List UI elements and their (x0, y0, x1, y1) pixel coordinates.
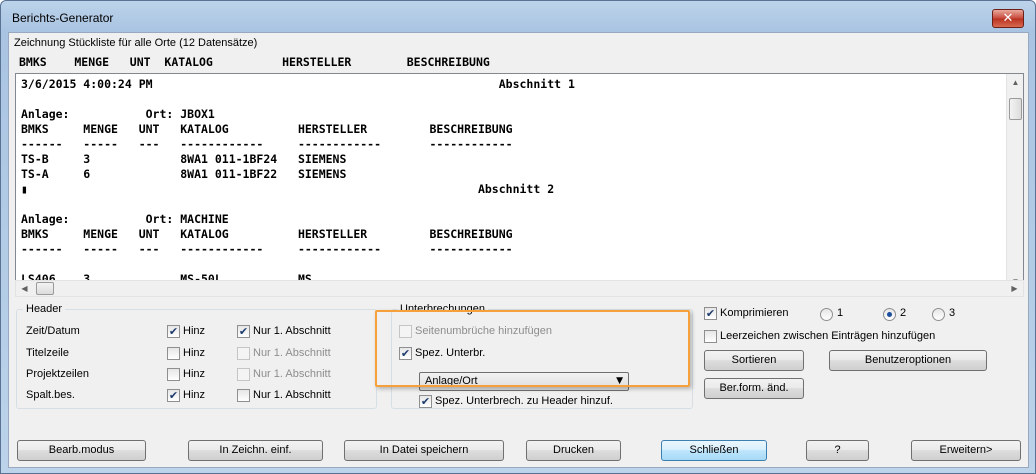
help-button[interactable]: ? (806, 440, 869, 461)
hinz-label: Hinz (183, 347, 206, 359)
user-options-button[interactable]: Benutzeroptionen (829, 350, 987, 371)
record-info-line: Zeichnung Stückliste für alle Orte (12 D… (14, 37, 258, 49)
header-row-label: Projektzeilen (26, 368, 89, 380)
first-section-only-label: Nur 1. Abschnitt (253, 389, 331, 401)
first-section-only-label: Nur 1. Abschnitt (253, 325, 331, 337)
radio-selected-dot (887, 312, 892, 317)
hinz-checkbox[interactable]: ✔ (167, 325, 180, 338)
report-preview-textarea[interactable]: 3/6/2015 4:00:24 PM Abschnitt 1 Anlage: … (15, 73, 1024, 291)
first-section-only-checkbox[interactable] (237, 368, 250, 381)
radio-option-1[interactable] (820, 308, 833, 321)
add-spaces-checkbox[interactable] (704, 330, 717, 343)
scroll-right-arrow-icon[interactable]: ▶ (1006, 281, 1023, 296)
special-header-label: Spez. Unterbrech. zu Header hinzuf. (435, 395, 613, 407)
hinz-checkbox[interactable] (167, 368, 180, 381)
vertical-scroll-thumb[interactable] (1009, 98, 1022, 120)
edit-mode-button[interactable]: Bearb.modus (17, 440, 146, 461)
vertical-scrollbar[interactable]: ▲ ▼ (1006, 74, 1023, 290)
horizontal-scrollbar[interactable]: ◀ ▶ (15, 280, 1024, 297)
header-group-title: Header (23, 303, 66, 315)
scroll-up-arrow-icon[interactable]: ▲ (1007, 74, 1023, 91)
header-row-label: Spalt.bes. (26, 389, 75, 401)
compress-label: Komprimieren (720, 307, 789, 319)
dialog-client-area: Zeichnung Stückliste für alle Orte (12 D… (8, 32, 1029, 468)
close-button[interactable]: Schließen (661, 440, 767, 461)
radio-option-3[interactable] (932, 308, 945, 321)
first-section-only-checkbox[interactable] (237, 389, 250, 402)
hinz-label: Hinz (183, 325, 206, 337)
close-window-button[interactable]: ✕ (992, 9, 1024, 28)
header-row-label: Zeit/Datum (26, 325, 80, 337)
horizontal-scroll-thumb[interactable] (36, 282, 54, 295)
window-title: Berichts-Generator (12, 11, 114, 25)
save-to-file-button[interactable]: In Datei speichern (344, 440, 504, 461)
hinz-checkbox[interactable]: ✔ (167, 389, 180, 402)
special-header-checkbox[interactable]: ✔ (419, 395, 432, 408)
compress-checkbox[interactable]: ✔ (704, 307, 717, 320)
title-bar[interactable]: Berichts-Generator ✕ (1, 1, 1035, 35)
first-section-only-checkbox[interactable]: ✔ (237, 325, 250, 338)
radio-option-3-label: 3 (949, 307, 956, 319)
header-row-label: Titelzeile (26, 347, 69, 359)
print-button[interactable]: Drucken (526, 440, 621, 461)
hinz-label: Hinz (183, 389, 206, 401)
column-header-line: BMKS MENGE UNT KATALOG HERSTELLER BESCHR… (19, 55, 490, 69)
first-section-only-label: Nur 1. Abschnitt (253, 347, 331, 359)
insert-into-drawing-button[interactable]: In Zeichn. einf. (188, 440, 323, 461)
report-preview-text: 3/6/2015 4:00:24 PM Abschnitt 1 Anlage: … (21, 77, 575, 286)
change-report-format-button[interactable]: Ber.form. änd. (704, 378, 804, 399)
radio-option-1-label: 1 (837, 307, 844, 319)
scroll-left-arrow-icon[interactable]: ◀ (16, 281, 33, 296)
hinz-label: Hinz (183, 368, 206, 380)
radio-option-2-label: 2 (900, 307, 907, 319)
report-generator-window: Berichts-Generator ✕ Zeichnung Stücklist… (0, 0, 1036, 474)
first-section-only-checkbox[interactable] (237, 347, 250, 360)
extend-button[interactable]: Erweitern> (911, 440, 1021, 461)
highlight-frame (375, 310, 690, 387)
first-section-only-label: Nur 1. Abschnitt (253, 368, 331, 380)
radio-option-2[interactable] (883, 308, 896, 321)
hinz-checkbox[interactable] (167, 347, 180, 360)
sort-button[interactable]: Sortieren (704, 350, 804, 371)
add-spaces-label: Leerzeichen zwischen Einträgen hinzufüge… (720, 330, 936, 342)
